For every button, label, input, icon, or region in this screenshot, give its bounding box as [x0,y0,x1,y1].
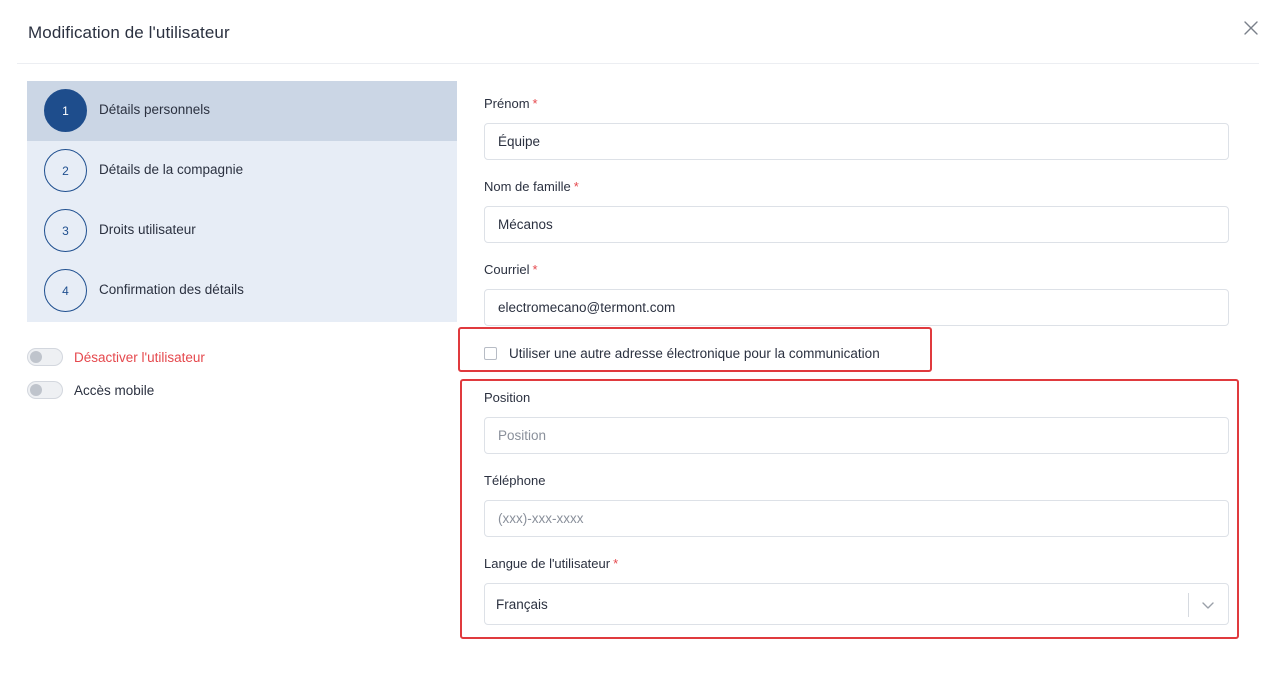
step-number: 2 [44,149,87,192]
email-input[interactable] [484,289,1229,326]
first-name-label: Prénom * [484,96,538,111]
last-name-label: Nom de famille * [484,179,579,194]
deactivate-user-label: Désactiver l'utilisateur [74,349,205,365]
step-label: Droits utilisateur [99,222,196,237]
mobile-access-toggle[interactable] [27,381,63,399]
edit-user-dialog: Modification de l'utilisateur 1 Détails … [0,0,1280,676]
step-number: 1 [44,89,87,132]
mobile-access-label: Accès mobile [74,382,155,398]
last-name-input[interactable] [484,206,1229,243]
email-label: Courriel * [484,262,538,277]
step-user-rights[interactable]: 3 Droits utilisateur [27,201,457,261]
deactivate-user-row: Désactiver l'utilisateur [27,347,205,367]
mobile-access-row: Accès mobile [27,380,154,400]
dialog-title: Modification de l'utilisateur [28,23,230,42]
step-label: Détails personnels [99,102,211,117]
dialog-header: Modification de l'utilisateur [17,0,1259,64]
step-label: Confirmation des détails [99,282,244,297]
deactivate-user-toggle[interactable] [27,348,63,366]
position-label: Position [484,390,531,405]
step-personal-details[interactable]: 1 Détails personnels [27,81,457,141]
chevron-down-icon[interactable] [1200,597,1216,613]
stepper: 1 Détails personnels 2 Détails de la com… [27,81,457,322]
position-input[interactable] [484,417,1229,454]
step-number: 3 [44,209,87,252]
alt-email-label: Utiliser une autre adresse électronique … [509,345,880,361]
step-confirmation[interactable]: 4 Confirmation des détails [27,261,457,321]
first-name-input[interactable] [484,123,1229,160]
language-label: Langue de l'utilisateur * [484,556,619,571]
phone-label: Téléphone [484,473,546,488]
language-selected-value: Français [496,597,548,612]
phone-input[interactable] [484,500,1229,537]
language-select[interactable]: Français [484,583,1229,625]
step-label: Détails de la compagnie [99,162,244,177]
close-icon[interactable] [1242,19,1260,37]
select-divider [1188,593,1189,617]
step-number: 4 [44,269,87,312]
alt-email-row: Utiliser une autre adresse électronique … [484,344,880,362]
alt-email-checkbox[interactable] [484,346,497,360]
step-company-details[interactable]: 2 Détails de la compagnie [27,141,457,201]
